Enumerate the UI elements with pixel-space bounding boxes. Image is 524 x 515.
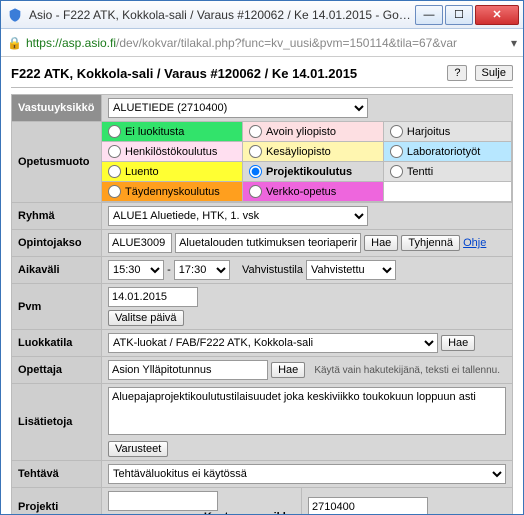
opettaja-input[interactable] xyxy=(108,360,268,380)
varusteet-button[interactable]: Varusteet xyxy=(108,441,168,457)
luokkatila-hae-button[interactable]: Hae xyxy=(441,335,475,351)
label-opintojakso: Opintojakso xyxy=(12,230,102,257)
page-title: F222 ATK, Kokkola-sali / Varaus #120062 … xyxy=(11,66,357,81)
label-lisatietoja: Lisätietoja xyxy=(12,384,102,461)
label-vastuuyksikko: Vastuuyksikkö xyxy=(12,95,102,122)
url-path: /dev/kokvar/tilakal.php?func=kv_uusi&pvm… xyxy=(116,36,457,50)
opintojakso-desc-input[interactable] xyxy=(175,233,361,253)
opintojakso-ohje-link[interactable]: Ohje xyxy=(463,237,486,249)
opt-kesayliopisto[interactable]: Kesäyliopisto xyxy=(243,142,384,162)
opt-luento[interactable]: Luento xyxy=(102,162,243,182)
chevron-down-icon[interactable]: ▾ xyxy=(511,36,517,50)
opt-taydennyskoulutus[interactable]: Täydennyskoulutus xyxy=(102,182,243,202)
window-close-button[interactable]: ✕ xyxy=(475,5,519,25)
opt-ei-luokitusta[interactable]: Ei luokitusta xyxy=(102,122,243,142)
label-luokkatila: Luokkatila xyxy=(12,330,102,357)
window-minimize-button[interactable]: — xyxy=(415,5,443,25)
luokkatila-select[interactable]: ATK-luokat / FAB/F222 ATK, Kokkola-sali xyxy=(108,333,438,353)
window-titlebar: Asio - F222 ATK, Kokkola-sali / Varaus #… xyxy=(1,1,523,29)
window-maximize-button[interactable]: ☐ xyxy=(445,5,473,25)
opt-laboratoriotyot[interactable]: Laboratoriotyöt xyxy=(384,142,512,162)
label-pvm: Pvm xyxy=(12,284,102,330)
kustannuspaikka-input[interactable] xyxy=(308,497,428,514)
opintojakso-hae-button[interactable]: Hae xyxy=(364,235,398,251)
label-kustannuspaikka: Kustannuspaikka xyxy=(204,511,295,514)
opt-harjoitus[interactable]: Harjoitus xyxy=(384,122,512,142)
label-opettaja: Opettaja xyxy=(12,357,102,384)
valitse-paiva-button[interactable]: Valitse päivä xyxy=(108,310,184,326)
opt-tentti[interactable]: Tentti xyxy=(384,162,512,182)
close-button[interactable]: Sulje xyxy=(475,65,513,81)
app-icon xyxy=(7,7,23,23)
vahvistustila-select[interactable]: Vahvistettu xyxy=(306,260,396,280)
lisatietoja-textarea[interactable]: Aluepajaprojektikoulutustilaisuudet joka… xyxy=(108,387,506,435)
opettaja-hae-button[interactable]: Hae xyxy=(271,362,305,378)
projekti-input[interactable] xyxy=(108,491,218,511)
pvm-input[interactable] xyxy=(108,287,198,307)
opintojakso-code-input[interactable] xyxy=(108,233,172,253)
label-aikavali: Aikaväli xyxy=(12,257,102,284)
label-opetusmuoto: Opetusmuoto xyxy=(12,122,102,203)
ryhma-select[interactable]: ALUE1 Aluetiede, HTK, 1. vsk xyxy=(108,206,368,226)
opettaja-hint: Käytä vain hakutekijänä, teksti ei talle… xyxy=(314,365,500,376)
opetusmuoto-grid: Ei luokitusta Avoin yliopisto Harjoitus … xyxy=(102,122,512,202)
window-title: Asio - F222 ATK, Kokkola-sali / Varaus #… xyxy=(29,8,413,22)
lock-icon: 🔒 xyxy=(7,36,22,50)
url-host: https://asp.asio.fi xyxy=(26,36,116,50)
vastuuyksikko-select[interactable]: ALUETIEDE (2710400) xyxy=(108,98,368,118)
time-dash: - xyxy=(167,264,171,276)
label-vahvistustila: Vahvistustila xyxy=(242,264,303,276)
opt-verkko-opetus[interactable]: Verkko-opetus xyxy=(243,182,384,202)
label-tehtava: Tehtävä xyxy=(12,461,102,488)
time-from-select[interactable]: 15:30 xyxy=(108,260,164,280)
tehtava-select[interactable]: Tehtäväluokitus ei käytössä xyxy=(108,464,506,484)
opintojakso-tyhjenna-button[interactable]: Tyhjennä xyxy=(401,235,460,251)
opt-projektikoulutus[interactable]: Projektikoulutus xyxy=(243,162,384,182)
opt-henkilostokoulutus[interactable]: Henkilöstökoulutus xyxy=(102,142,243,162)
address-bar[interactable]: 🔒 https://asp.asio.fi /dev/kokvar/tilaka… xyxy=(1,29,523,57)
opt-avoin-yliopisto[interactable]: Avoin yliopisto xyxy=(243,122,384,142)
opt-empty xyxy=(384,182,512,202)
time-to-select[interactable]: 17:30 xyxy=(174,260,230,280)
help-button[interactable]: ? xyxy=(447,65,467,81)
label-ryhma: Ryhmä xyxy=(12,203,102,230)
label-projekti: Projekti xyxy=(12,488,102,515)
